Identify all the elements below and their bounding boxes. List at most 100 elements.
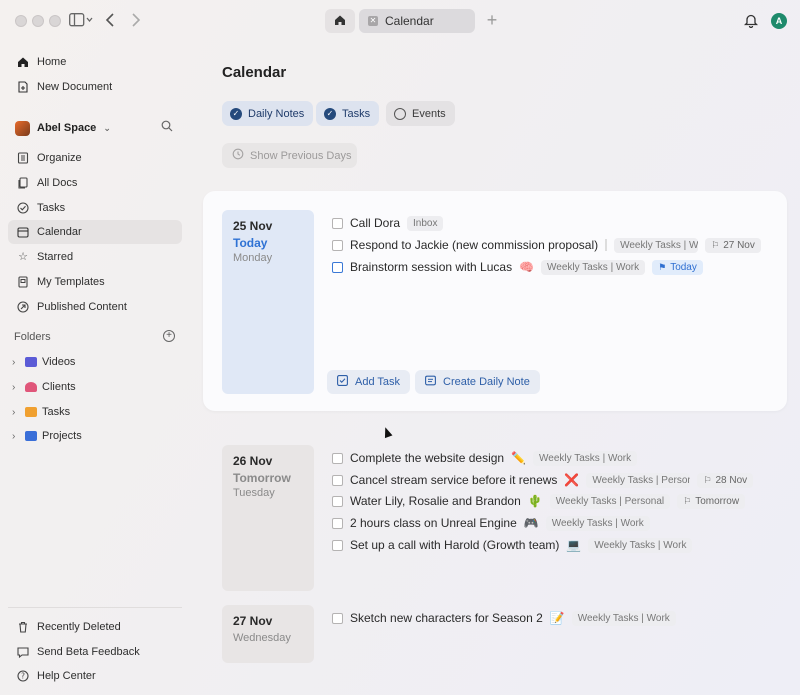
add-task-label: Add Task (355, 376, 400, 388)
help-icon: ? (17, 670, 29, 682)
sidebar-item-label: Send Beta Feedback (37, 646, 140, 658)
sidebar-item-label: Published Content (37, 301, 127, 313)
tab-label: Calendar (385, 14, 434, 28)
task-row[interactable]: Complete the website design ✏️ Weekly Ta… (332, 449, 637, 467)
task-checkbox[interactable] (332, 453, 343, 464)
chevron-right-icon[interactable]: › (12, 382, 20, 393)
sidebar-item-home[interactable]: Home (8, 50, 182, 74)
title-bar: ✕ Calendar + A (0, 0, 800, 40)
due-date-badge: ⚐ Tomorrow (677, 494, 745, 509)
task-row[interactable]: Sketch new characters for Season 2 📝 Wee… (332, 609, 676, 627)
checkbox-icon (337, 375, 348, 389)
sidebar-item-new-document[interactable]: New Document (8, 75, 182, 99)
flag-icon: ⚐ (683, 496, 691, 507)
task-checkbox[interactable] (332, 218, 343, 229)
organize-icon (17, 152, 29, 164)
show-previous-days-label: Show Previous Days (250, 150, 352, 162)
sidebar-toggle-icon[interactable] (67, 11, 95, 29)
calendar-icon (17, 226, 29, 238)
chevron-right-icon[interactable]: › (12, 407, 20, 418)
filter-events[interactable]: Events (386, 101, 455, 126)
folder-label: Videos (42, 356, 75, 368)
task-row[interactable]: Water Lily, Rosalie and Brandon 🌵 Weekly… (332, 492, 745, 510)
forward-arrow-icon[interactable] (129, 11, 143, 29)
task-checkbox[interactable] (332, 240, 343, 251)
add-folder-icon[interactable]: + (163, 330, 175, 342)
create-daily-note-button[interactable]: Create Daily Note (415, 370, 540, 394)
history-icon (232, 148, 244, 163)
folder-clients[interactable]: › Clients (12, 377, 76, 397)
tab-calendar[interactable]: ✕ Calendar (359, 9, 475, 33)
sidebar-item-recently-deleted[interactable]: Recently Deleted (8, 615, 182, 639)
task-checkbox[interactable] (332, 613, 343, 624)
add-task-button[interactable]: Add Task (327, 370, 410, 394)
task-tag: Weekly Tasks | Personal (550, 494, 670, 509)
feedback-icon (17, 646, 29, 658)
task-row[interactable]: 2 hours class on Unreal Engine 🎮 Weekly … (332, 514, 650, 532)
sidebar-item-published-content[interactable]: Published Content (8, 295, 182, 319)
minimize-window-button[interactable] (32, 15, 44, 27)
task-checkbox[interactable] (332, 496, 343, 507)
create-daily-note-label: Create Daily Note (443, 376, 530, 388)
close-window-button[interactable] (15, 15, 27, 27)
sidebar-item-all-docs[interactable]: All Docs (8, 171, 182, 195)
tasks-icon (17, 202, 29, 214)
folder-videos[interactable]: › Videos (12, 352, 75, 372)
sidebar-item-label: Help Center (37, 670, 96, 682)
sidebar-item-help-center[interactable]: ? Help Center (8, 664, 182, 688)
task-checkbox[interactable] (332, 475, 343, 486)
task-row[interactable]: Cancel stream service before it renews ❌… (332, 471, 753, 489)
avatar[interactable]: A (771, 13, 787, 29)
chevron-right-icon[interactable]: › (12, 431, 20, 442)
task-row[interactable]: Set up a call with Harold (Growth team) … (332, 536, 692, 554)
due-date-badge: ⚑Today (652, 260, 703, 275)
task-row[interactable]: Call Dora Inbox (332, 214, 443, 232)
show-previous-days-button[interactable]: Show Previous Days (222, 143, 357, 168)
circle-icon (394, 108, 406, 120)
space-switcher[interactable]: Abel Space ⌄ (15, 120, 180, 136)
task-checkbox[interactable] (332, 518, 343, 529)
pencil-emoji-icon: ✏️ (511, 451, 526, 465)
sidebar-item-send-feedback[interactable]: Send Beta Feedback (8, 640, 182, 664)
due-date-label: Tomorrow (695, 496, 739, 507)
sidebar-item-label: Starred (37, 251, 73, 263)
task-tag: Weekly Tasks | Work (572, 611, 676, 626)
sidebar-item-starred[interactable]: ☆ Starred (8, 245, 182, 269)
flag-icon: ⚐ (703, 475, 711, 486)
sidebar-item-tasks[interactable]: Tasks (8, 196, 182, 220)
day-weekday: Monday (233, 252, 303, 264)
home-icon (334, 14, 346, 29)
close-tab-icon[interactable]: ✕ (368, 16, 378, 26)
task-tag: Weekly Tasks | Work (546, 516, 650, 531)
task-row[interactable]: Brainstorm session with Lucas 🧠 Weekly T… (332, 258, 703, 276)
filter-daily-notes[interactable]: ✓ Daily Notes (222, 101, 313, 126)
laptop-emoji-icon: 💻 (566, 538, 581, 552)
home-tab[interactable] (325, 9, 355, 33)
flag-icon: ⚑ (658, 262, 666, 273)
search-icon[interactable] (161, 120, 173, 135)
new-tab-icon[interactable]: + (485, 11, 499, 29)
sidebar-item-organize[interactable]: Organize (8, 146, 182, 170)
folder-tasks[interactable]: › Tasks (12, 402, 70, 422)
sidebar-item-label: Organize (37, 152, 82, 164)
task-tag: Weekly Tasks | Work (541, 260, 645, 275)
sidebar-item-label: Recently Deleted (37, 621, 121, 633)
chevron-right-icon[interactable]: › (12, 357, 20, 368)
zoom-window-button[interactable] (49, 15, 61, 27)
sidebar-item-calendar[interactable]: Calendar (8, 220, 182, 244)
task-row[interactable]: Respond to Jackie (new commission propos… (332, 236, 761, 254)
task-checkbox[interactable] (332, 540, 343, 551)
task-checkbox[interactable] (332, 262, 343, 273)
date-column-wednesday: 27 Nov Wednesday (222, 605, 314, 663)
back-arrow-icon[interactable] (103, 11, 117, 29)
bell-icon[interactable] (743, 11, 759, 29)
sidebar-item-my-templates[interactable]: My Templates (8, 270, 182, 294)
filter-tasks[interactable]: ✓ Tasks (316, 101, 379, 126)
filter-label: Daily Notes (248, 108, 304, 120)
sidebar-item-label: New Document (37, 81, 112, 93)
folder-projects[interactable]: › Projects (12, 426, 82, 446)
task-tag: Weekly Tasks | Work (588, 538, 692, 553)
chevron-down-icon: ⌄ (103, 123, 111, 134)
folder-label: Clients (42, 381, 76, 393)
folders-heading: Folders (14, 331, 51, 343)
